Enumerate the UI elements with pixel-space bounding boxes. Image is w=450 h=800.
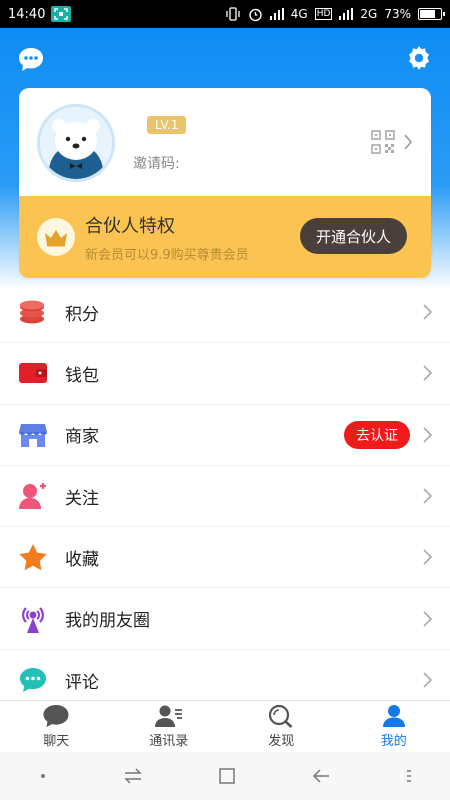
menu-label-comments: 评论 — [65, 672, 99, 693]
status-bar: 14:40 4G HD 2G 73% — [0, 0, 450, 28]
tab-label-contacts: 通讯录 — [149, 734, 189, 749]
open-partner-button[interactable]: 开通合伙人 — [299, 218, 407, 254]
gear-icon — [409, 46, 429, 70]
chevron-right-icon — [423, 672, 433, 688]
qr-code-icon — [371, 130, 395, 154]
chevron-right-icon — [423, 549, 433, 565]
partner-privilege-banner: 合伙人特权 新会员可以9.9购买尊贵会员 开通合伙人 — [19, 196, 431, 278]
battery-icon — [418, 8, 445, 20]
screenshot-icon — [51, 6, 72, 22]
network-label-2g: 2G — [360, 7, 378, 21]
menu-label-wallet: 钱包 — [65, 365, 99, 386]
status-time: 14:40 — [8, 6, 46, 22]
chevron-right-icon — [423, 488, 433, 504]
invite-code-label: 邀请码: — [133, 156, 180, 172]
tab-label-discover: 发现 — [268, 734, 295, 749]
menu-item-moments[interactable]: 我的朋友圈 — [0, 588, 450, 650]
dot-icon[interactable] — [38, 771, 48, 781]
discover-icon — [269, 704, 293, 728]
menu-label-follow: 关注 — [65, 488, 99, 509]
menu-lines-icon[interactable] — [406, 768, 412, 784]
menu-list: 积分 钱包 商家 去认证 关注 收藏 我的朋友圈 评论 — [0, 282, 450, 711]
verify-badge-button[interactable]: 去认证 — [344, 420, 410, 449]
hd-label: HD — [314, 8, 333, 20]
chat-bubble-icon — [19, 48, 43, 71]
menu-item-follow[interactable]: 关注 — [0, 466, 450, 528]
me-icon — [382, 705, 405, 727]
tab-discover[interactable]: 发现 — [225, 701, 338, 752]
avatar[interactable] — [37, 104, 115, 182]
alarm-icon — [249, 8, 262, 21]
follow-user-icon — [18, 481, 48, 511]
menu-item-wallet[interactable]: 钱包 — [0, 343, 450, 405]
qr-code-button[interactable] — [371, 130, 413, 154]
crown-icon — [37, 218, 75, 256]
chat-bubble-icon — [43, 705, 69, 727]
menu-item-favorites[interactable]: 收藏 — [0, 527, 450, 589]
broadcast-icon — [18, 604, 48, 634]
comment-icon — [18, 665, 48, 695]
settings-button[interactable] — [405, 44, 433, 72]
star-icon — [18, 542, 48, 572]
home-square-icon[interactable] — [218, 767, 236, 785]
menu-label-merchant: 商家 — [65, 427, 99, 448]
chevron-right-icon — [423, 611, 433, 627]
coins-icon — [18, 297, 48, 327]
tab-chat[interactable]: 聊天 — [0, 701, 113, 752]
profile-card: LV.1 邀请码: 合伙人特权 新会员可以9.9购买尊贵会员 开通合伙人 — [19, 88, 431, 278]
system-navigation-bar — [0, 752, 450, 800]
tab-contacts[interactable]: 通讯录 — [113, 701, 226, 752]
partner-subtitle: 新会员可以9.9购买尊贵会员 — [85, 248, 249, 263]
signal-icon-2 — [339, 8, 354, 20]
menu-item-points[interactable]: 积分 — [0, 282, 450, 344]
menu-label-favorites: 收藏 — [65, 549, 99, 570]
bear-avatar-icon — [40, 107, 112, 179]
signal-icon — [269, 8, 284, 20]
menu-label-points: 积分 — [65, 304, 99, 325]
network-label-4g: 4G — [290, 7, 308, 21]
tab-label-me: 我的 — [380, 734, 407, 749]
bottom-tab-bar: 聊天 通讯录 发现 我的 — [0, 700, 450, 752]
chevron-right-icon — [404, 134, 413, 150]
chevron-right-icon — [423, 365, 433, 382]
chevron-right-icon — [423, 304, 433, 320]
switch-arrows-icon[interactable] — [123, 768, 143, 784]
partner-title: 合伙人特权 — [85, 216, 175, 237]
battery-percent: 73% — [384, 7, 411, 21]
message-button[interactable] — [16, 44, 46, 74]
tab-me[interactable]: 我的 — [338, 701, 450, 752]
level-badge: LV.1 — [147, 116, 187, 134]
contacts-icon — [154, 705, 182, 727]
vibrate-icon — [226, 7, 240, 21]
menu-label-moments: 我的朋友圈 — [65, 611, 150, 632]
wallet-icon — [18, 358, 48, 388]
tab-label-chat: 聊天 — [43, 734, 70, 749]
menu-item-merchant[interactable]: 商家 去认证 — [0, 405, 450, 466]
chevron-right-icon — [423, 427, 433, 443]
store-icon — [18, 420, 48, 450]
back-arrow-icon[interactable] — [311, 768, 331, 784]
